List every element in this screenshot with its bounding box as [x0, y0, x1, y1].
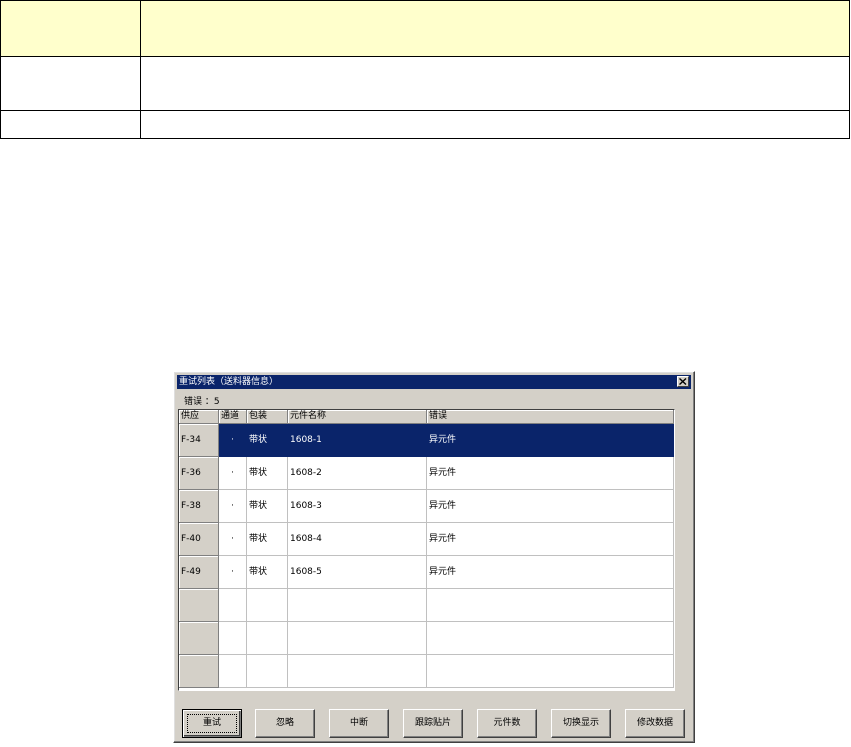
error-cell: 异元件	[427, 490, 674, 523]
row-header-cell: F-49	[179, 556, 219, 589]
column-header-error[interactable]: 错误	[427, 410, 674, 424]
abort-button[interactable]: 中断	[329, 709, 389, 738]
package-cell	[247, 655, 288, 688]
doc-table-cell	[140, 0, 850, 57]
column-header-feeder[interactable]: 供应	[179, 410, 219, 424]
doc-table-cell	[0, 56, 141, 111]
part-name-cell: 1608-2	[288, 457, 427, 490]
trace-placement-button[interactable]: 跟踪贴片	[403, 709, 463, 738]
table-row[interactable]: F-40 · 带状 1608-4 异元件	[179, 523, 674, 556]
doc-table-row	[0, 56, 850, 111]
dialog-title: 重试列表（送料器信息）	[179, 377, 279, 387]
part-name-cell	[288, 589, 427, 622]
doc-table-row	[0, 110, 850, 139]
error-cell	[427, 622, 674, 655]
column-header-channel[interactable]: 通道	[219, 410, 247, 424]
close-button[interactable]	[677, 376, 689, 387]
error-count-label: 错误 ：5	[184, 397, 220, 407]
channel-cell	[219, 655, 247, 688]
column-header-part-name[interactable]: 元件名称	[288, 410, 427, 424]
package-cell	[247, 589, 288, 622]
table-row[interactable]: F-38 · 带状 1608-3 异元件	[179, 490, 674, 523]
channel-cell: ·	[219, 457, 247, 490]
close-icon	[679, 378, 687, 385]
error-cell: 异元件	[427, 457, 674, 490]
feeder-list-grid[interactable]: 供应 通道 包装 元件名称 错误 F-34 · 带状 1608-1 异元件 F-36 · 带状…	[178, 409, 675, 691]
part-name-cell: 1608-1	[288, 424, 427, 457]
title-bar[interactable]: 重试列表（送料器信息）	[177, 375, 691, 389]
package-cell: 带状	[247, 490, 288, 523]
retry-button[interactable]: 重试	[182, 709, 242, 738]
channel-cell: ·	[219, 490, 247, 523]
doc-table-cell	[0, 0, 141, 57]
row-header-cell	[179, 589, 219, 622]
row-header-cell: F-34	[179, 424, 219, 457]
package-cell	[247, 622, 288, 655]
table-row[interactable]	[179, 589, 674, 622]
table-row[interactable]: F-49 · 带状 1608-5 异元件	[179, 556, 674, 589]
table-row[interactable]: F-36 · 带状 1608-2 异元件	[179, 457, 674, 490]
channel-cell: ·	[219, 556, 247, 589]
row-header-cell	[179, 655, 219, 688]
channel-cell	[219, 589, 247, 622]
row-header-cell: F-40	[179, 523, 219, 556]
package-cell: 带状	[247, 556, 288, 589]
channel-cell: ·	[219, 424, 247, 457]
error-cell: 异元件	[427, 424, 674, 457]
table-row[interactable]	[179, 655, 674, 688]
channel-cell: ·	[219, 523, 247, 556]
package-cell: 带状	[247, 457, 288, 490]
channel-cell	[219, 622, 247, 655]
part-name-cell: 1608-4	[288, 523, 427, 556]
document-table	[0, 0, 850, 139]
focus-rect	[187, 714, 237, 733]
error-cell: 异元件	[427, 556, 674, 589]
doc-table-cell	[0, 110, 141, 139]
doc-table-cell	[140, 110, 850, 139]
doc-table-cell	[140, 56, 850, 111]
error-cell	[427, 655, 674, 688]
part-name-cell	[288, 655, 427, 688]
modify-data-button[interactable]: 修改数据	[625, 709, 685, 738]
table-row[interactable]	[179, 622, 674, 655]
error-cell	[427, 589, 674, 622]
part-count-button[interactable]: 元件数	[477, 709, 537, 738]
row-header-cell: F-38	[179, 490, 219, 523]
part-name-cell: 1608-3	[288, 490, 427, 523]
grid-header: 供应 通道 包装 元件名称 错误	[179, 410, 674, 424]
error-cell: 异元件	[427, 523, 674, 556]
package-cell: 带状	[247, 523, 288, 556]
row-header-cell	[179, 622, 219, 655]
retry-list-dialog: 重试列表（送料器信息） 错误 ：5 供应 通道 包装 元件名称 错误 F-34 ·…	[173, 371, 695, 743]
toggle-display-button[interactable]: 切换显示	[551, 709, 611, 738]
doc-table-header-row	[0, 0, 850, 57]
column-header-package[interactable]: 包装	[247, 410, 288, 424]
row-header-cell: F-36	[179, 457, 219, 490]
ignore-button[interactable]: 忽略	[255, 709, 315, 738]
part-name-cell: 1608-5	[288, 556, 427, 589]
table-row[interactable]: F-34 · 带状 1608-1 异元件	[179, 424, 674, 457]
package-cell: 带状	[247, 424, 288, 457]
part-name-cell	[288, 622, 427, 655]
